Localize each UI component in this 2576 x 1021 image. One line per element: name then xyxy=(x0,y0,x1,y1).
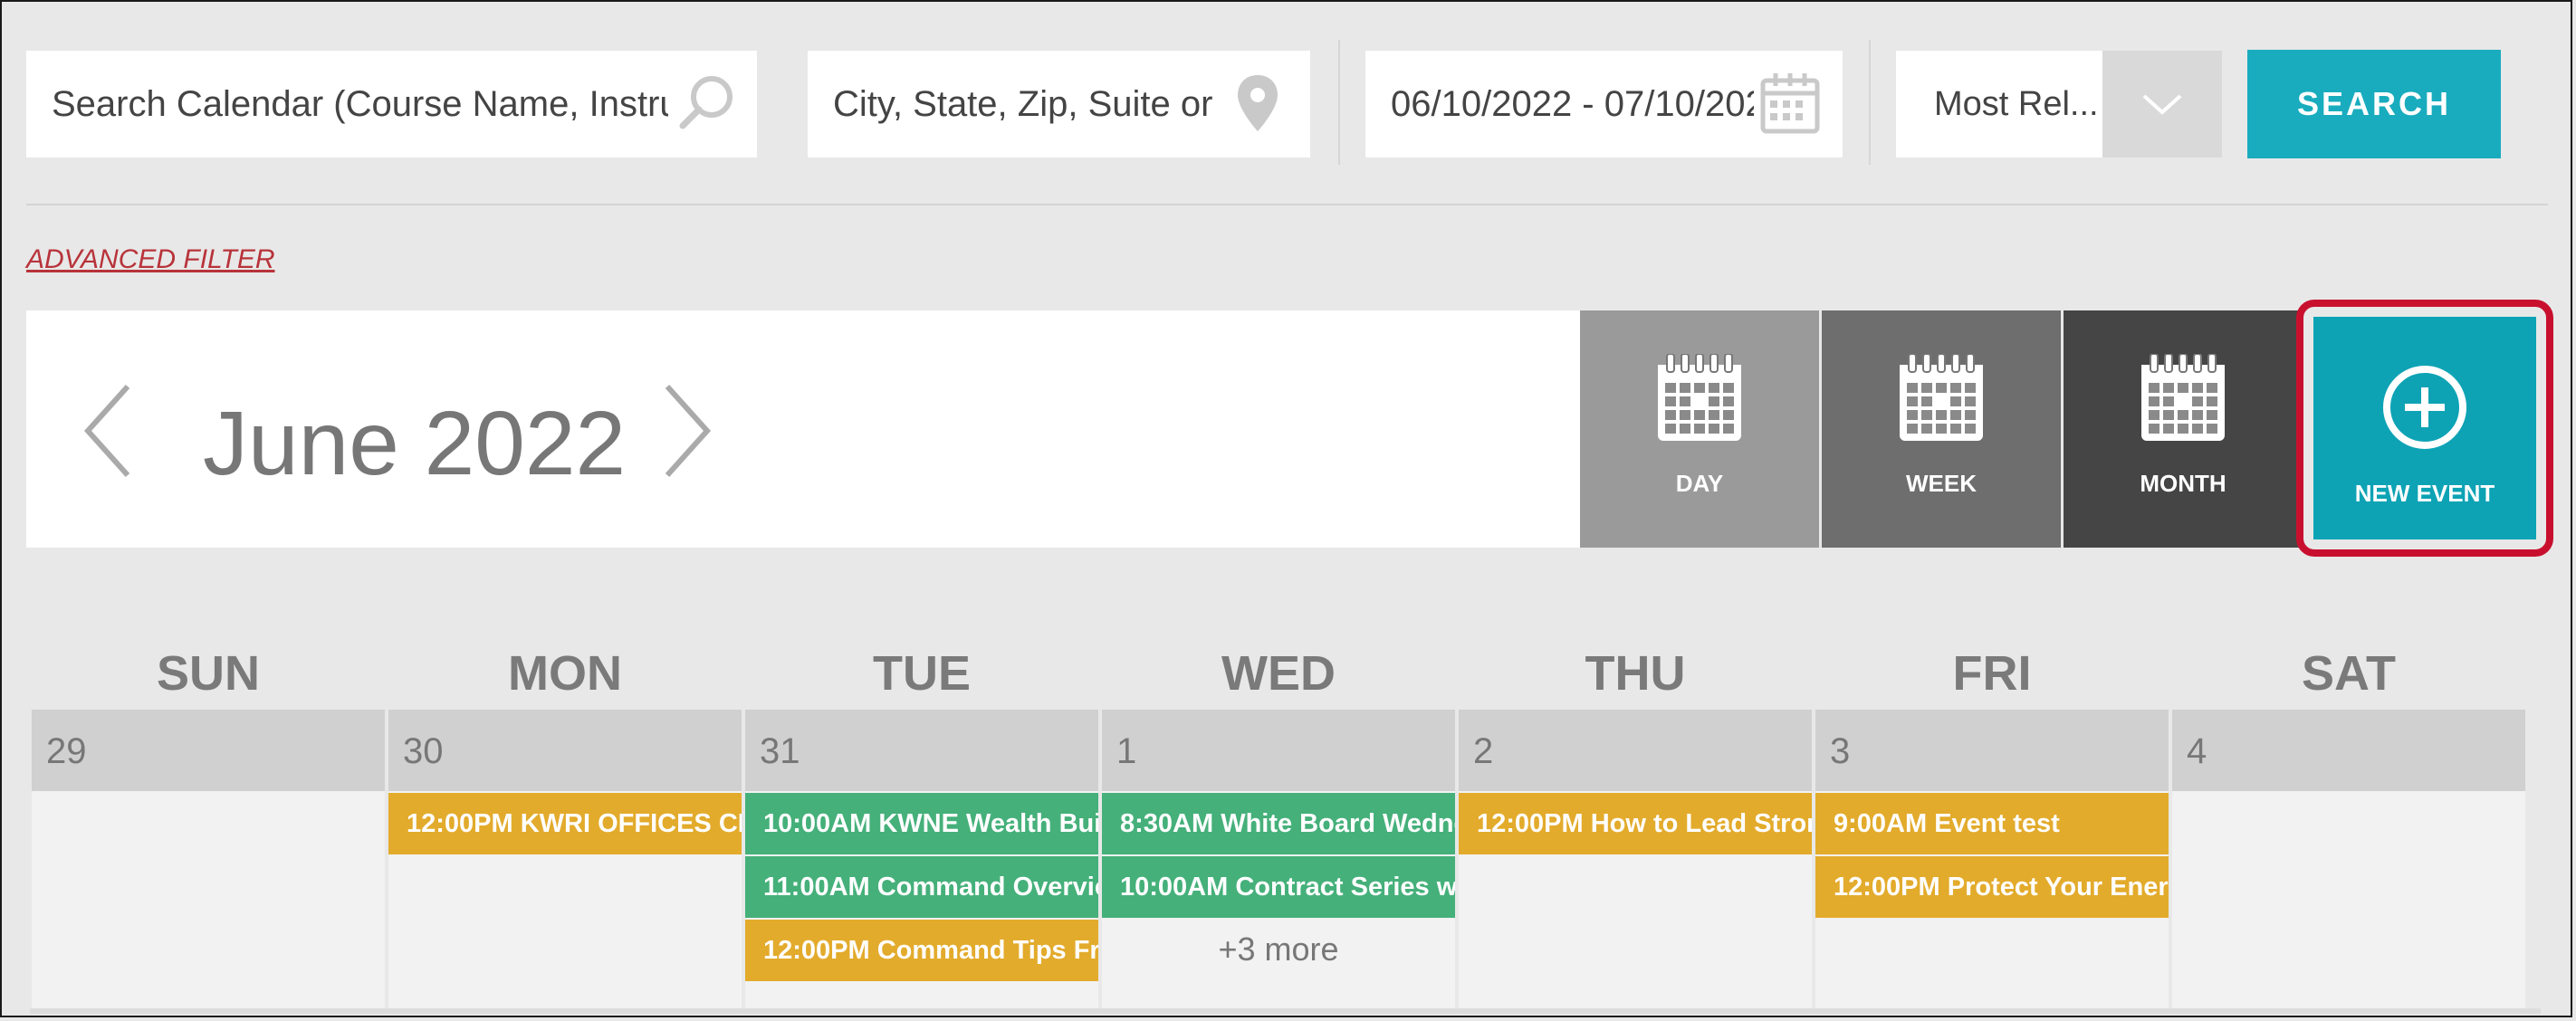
location-input[interactable]: City, State, Zip, Suite or Market Center xyxy=(808,51,1310,157)
divider xyxy=(1338,40,1340,165)
divider xyxy=(1869,40,1871,165)
sort-select[interactable]: Most Rel... xyxy=(1896,51,2222,157)
weekday-header: SAT xyxy=(2302,646,2396,701)
calendar-day-cell[interactable]: 2 12:00PM How to Lead Strong xyxy=(1459,710,1812,1008)
location-placeholder: City, State, Zip, Suite or Market Center xyxy=(833,83,1221,124)
calendar-day-cell[interactable]: 29 xyxy=(32,710,385,1008)
sort-dropdown-toggle[interactable] xyxy=(2102,51,2222,157)
calendar-day-cell[interactable]: 3012:00PM KWRI OFFICES CLOSED xyxy=(388,710,742,1008)
day-number: 2 xyxy=(1459,710,1812,791)
calendar-event[interactable]: 12:00PM KWRI OFFICES CLOSED xyxy=(388,793,742,854)
calendar-icon xyxy=(2141,354,2225,441)
calendar-day-cell[interactable]: 3110:00AM KWNE Wealth Building11:00AM Co… xyxy=(745,710,1098,1008)
week-view-label: WEEK xyxy=(1906,470,1977,497)
new-event-button[interactable]: NEW EVENT xyxy=(2313,317,2536,539)
chevron-right-icon[interactable] xyxy=(660,381,714,481)
new-event-label: NEW EVENT xyxy=(2354,480,2495,507)
chevron-left-icon[interactable] xyxy=(81,381,135,481)
divider xyxy=(26,204,2548,205)
weekday-header: THU xyxy=(1585,646,1686,701)
calendar-search-placeholder: Search Calendar (Course Name, Instructor… xyxy=(52,83,668,124)
calendar-event[interactable]: 8:30AM White Board Wednesday xyxy=(1102,793,1455,854)
date-range-value: 06/10/2022 - 07/10/2022 xyxy=(1391,83,1754,124)
search-button[interactable]: SEARCH xyxy=(2247,50,2501,158)
day-number: 29 xyxy=(32,710,385,791)
week-view-button[interactable]: WEEK xyxy=(1822,310,2061,548)
calendar-event[interactable]: 10:00AM Contract Series with xyxy=(1102,856,1455,918)
month-title: June 2022 xyxy=(203,393,627,494)
more-events-link[interactable]: +3 more xyxy=(1102,930,1455,969)
calendar-day-cell[interactable]: 3 9:00AM Event test 12:00PM Protect Your E… xyxy=(1815,710,2169,1008)
weekday-header: SUN xyxy=(156,646,260,701)
calendar-icon[interactable] xyxy=(1754,68,1826,140)
calendar-event[interactable]: 12:00PM Command Tips Friday xyxy=(745,920,1098,981)
new-event-button-highlight[interactable]: NEW EVENT xyxy=(2296,300,2553,557)
weekday-header: TUE xyxy=(873,646,971,701)
calendar-event[interactable]: 10:00AM KWNE Wealth Building xyxy=(745,793,1098,854)
day-number: 1 xyxy=(1102,710,1455,791)
divider xyxy=(30,1008,2541,1014)
day-view-button[interactable]: DAY xyxy=(1580,310,1819,548)
calendar-icon xyxy=(1658,354,1741,441)
calendar-event[interactable]: 12:00PM Protect Your Energy xyxy=(1815,856,2169,918)
chevron-down-icon xyxy=(2142,94,2182,115)
calendar-search-input[interactable]: Search Calendar (Course Name, Instructor… xyxy=(26,51,757,157)
month-view-button[interactable]: MONTH xyxy=(2064,310,2303,548)
month-view-label: MONTH xyxy=(2140,470,2226,497)
sort-select-value: Most Rel... xyxy=(1934,84,2099,123)
day-number: 3 xyxy=(1815,710,2169,791)
day-number: 4 xyxy=(2172,710,2525,791)
weekday-header: FRI xyxy=(1952,646,2032,701)
calendar-day-cell[interactable]: 18:30AM White Board Wednesday10:00AM Con… xyxy=(1102,710,1455,1008)
weekday-header: WED xyxy=(1221,646,1336,701)
magnifier-icon[interactable] xyxy=(668,68,741,140)
calendar-icon xyxy=(1900,354,1983,441)
day-number: 30 xyxy=(388,710,742,791)
day-view-label: DAY xyxy=(1675,470,1724,497)
calendar-event[interactable]: 9:00AM Event test xyxy=(1815,793,2169,854)
advanced-filter-link[interactable]: ADVANCED FILTER xyxy=(26,244,275,275)
weekday-header: MON xyxy=(508,646,622,701)
date-range-input[interactable]: 06/10/2022 - 07/10/2022 xyxy=(1365,51,1843,157)
calendar-event[interactable]: 11:00AM Command Overview xyxy=(745,856,1098,918)
map-pin-icon xyxy=(1238,75,1278,131)
calendar-event[interactable]: 12:00PM How to Lead Strong xyxy=(1459,793,1812,854)
calendar-day-cell[interactable]: 4 xyxy=(2172,710,2525,1008)
plus-circle-icon xyxy=(2383,366,2466,449)
month-navigation: June 2022 xyxy=(26,310,1580,548)
day-number: 31 xyxy=(745,710,1098,791)
